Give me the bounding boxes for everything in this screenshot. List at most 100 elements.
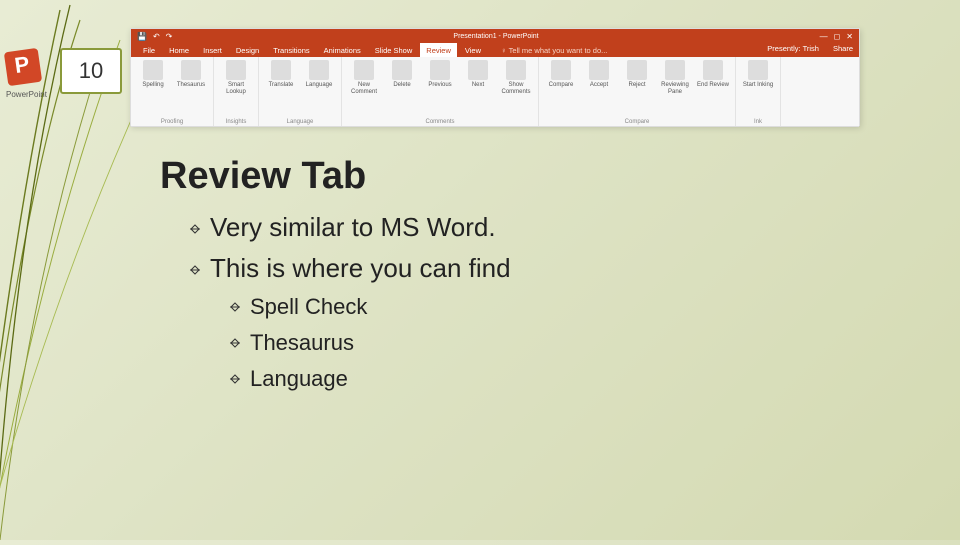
tab-review[interactable]: Review bbox=[420, 43, 457, 57]
language-button[interactable]: Language bbox=[303, 60, 335, 89]
language-label: Language bbox=[306, 82, 333, 89]
accept-label: Accept bbox=[590, 82, 608, 89]
ribbon-group-comments: New Comment Delete Previous Next Show Commen… bbox=[342, 57, 539, 126]
end-review-button[interactable]: End Review bbox=[697, 60, 729, 89]
group-label-compare: Compare bbox=[545, 119, 729, 125]
delete-label: Delete bbox=[393, 82, 410, 89]
group-label-language: Language bbox=[265, 119, 335, 125]
smart-lookup-label: Smart Lookup bbox=[220, 82, 252, 95]
group-label-proofing: Proofing bbox=[137, 119, 207, 125]
new-comment-icon bbox=[354, 60, 374, 80]
bullet-marker-icon bbox=[188, 253, 202, 267]
title-bar: 💾 ↶ ↷ Presentation1 - PowerPoint — ◻ ✕ bbox=[131, 29, 859, 43]
end-review-label: End Review bbox=[697, 82, 729, 89]
delete-button[interactable]: Delete bbox=[386, 60, 418, 89]
powerpoint-icon bbox=[4, 48, 42, 86]
spelling-button[interactable]: Spelling bbox=[137, 60, 169, 89]
ribbon-group-insights: Smart Lookup Insights bbox=[214, 57, 259, 126]
tab-view[interactable]: View bbox=[459, 43, 487, 57]
spelling-label: Spelling bbox=[142, 82, 163, 89]
spelling-icon bbox=[143, 60, 163, 80]
translate-button[interactable]: Translate bbox=[265, 60, 297, 89]
powerpoint-label: PowerPoint bbox=[6, 90, 56, 99]
reviewing-pane-label: Reviewing Pane bbox=[659, 82, 691, 95]
next-button[interactable]: Next bbox=[462, 60, 494, 89]
ribbon-tabs: FileHomeInsertDesignTransitionsAnimation… bbox=[131, 43, 859, 57]
bullet-marker-icon bbox=[228, 366, 242, 380]
bullet-text: Language bbox=[250, 366, 348, 392]
bullet-marker-icon bbox=[228, 330, 242, 344]
ribbon-group-compare: Compare Accept Reject Reviewing Pane End Rev… bbox=[539, 57, 736, 126]
next-label: Next bbox=[472, 82, 484, 89]
slide-number-box: 10 bbox=[60, 48, 122, 94]
delete-icon bbox=[392, 60, 412, 80]
bullet-l2: Language bbox=[228, 366, 880, 392]
bullet-l1: This is where you can find bbox=[188, 253, 880, 284]
new-comment-label: New Comment bbox=[348, 82, 380, 95]
tell-me-search[interactable]: ♀ Tell me what you want to do... bbox=[495, 43, 613, 57]
start-inking-button[interactable]: Start Inking bbox=[742, 60, 774, 89]
window-title: Presentation1 - PowerPoint bbox=[453, 33, 538, 40]
translate-icon bbox=[271, 60, 291, 80]
accept-icon bbox=[589, 60, 609, 80]
accept-button[interactable]: Accept bbox=[583, 60, 615, 89]
reviewing-pane-icon bbox=[665, 60, 685, 80]
tab-slide-show[interactable]: Slide Show bbox=[369, 43, 419, 57]
bullet-text: Very similar to MS Word. bbox=[210, 212, 496, 243]
bullet-text: This is where you can find bbox=[210, 253, 511, 284]
translate-label: Translate bbox=[269, 82, 294, 89]
group-label-insights: Insights bbox=[220, 119, 252, 125]
start-inking-label: Start Inking bbox=[743, 82, 773, 89]
bullet-marker-icon bbox=[188, 212, 202, 226]
bullet-l2: Spell Check bbox=[228, 294, 880, 320]
compare-icon bbox=[551, 60, 571, 80]
tab-transitions[interactable]: Transitions bbox=[267, 43, 315, 57]
new-comment-button[interactable]: New Comment bbox=[348, 60, 380, 95]
window-minimize-icon[interactable]: — bbox=[820, 32, 828, 41]
reviewing-pane-button[interactable]: Reviewing Pane bbox=[659, 60, 691, 95]
ribbon-group-language: Translate Language Language bbox=[259, 57, 342, 126]
ribbon-screenshot: 💾 ↶ ↷ Presentation1 - PowerPoint — ◻ ✕ F… bbox=[130, 28, 860, 126]
group-label-comments: Comments bbox=[348, 119, 532, 125]
previous-icon bbox=[430, 60, 450, 80]
qat-save-icon[interactable]: 💾 bbox=[137, 32, 147, 41]
language-icon bbox=[309, 60, 329, 80]
tab-animations[interactable]: Animations bbox=[318, 43, 367, 57]
show-comments-label: Show Comments bbox=[500, 82, 532, 95]
slide-number: 10 bbox=[79, 58, 103, 84]
smart-lookup-icon bbox=[226, 60, 246, 80]
qat-undo-icon[interactable]: ↶ bbox=[153, 32, 160, 41]
tab-insert[interactable]: Insert bbox=[197, 43, 228, 57]
compare-button[interactable]: Compare bbox=[545, 60, 577, 89]
thesaurus-button[interactable]: Thesaurus bbox=[175, 60, 207, 89]
thesaurus-label: Thesaurus bbox=[177, 82, 205, 89]
previous-label: Previous bbox=[428, 82, 451, 89]
reject-button[interactable]: Reject bbox=[621, 60, 653, 89]
ribbon-group-ink: Start Inking Ink bbox=[736, 57, 781, 126]
slide-heading: Review Tab bbox=[160, 155, 880, 198]
bullet-marker-icon bbox=[228, 294, 242, 308]
window-close-icon[interactable]: ✕ bbox=[846, 32, 853, 41]
signin-label[interactable]: Presently: Trish bbox=[761, 43, 825, 57]
smart-lookup-button[interactable]: Smart Lookup bbox=[220, 60, 252, 95]
group-label-ink: Ink bbox=[742, 119, 774, 125]
tab-file[interactable]: File bbox=[137, 43, 161, 57]
previous-button[interactable]: Previous bbox=[424, 60, 456, 89]
bullet-text: Spell Check bbox=[250, 294, 367, 320]
powerpoint-logo: PowerPoint bbox=[6, 50, 56, 99]
share-button[interactable]: Share bbox=[827, 43, 859, 57]
qat-redo-icon[interactable]: ↷ bbox=[166, 32, 173, 41]
bullet-l2: Thesaurus bbox=[228, 330, 880, 356]
tab-home[interactable]: Home bbox=[163, 43, 195, 57]
ribbon-group-proofing: Spelling Thesaurus Proofing bbox=[131, 57, 214, 126]
next-icon bbox=[468, 60, 488, 80]
tab-design[interactable]: Design bbox=[230, 43, 265, 57]
bullet-text: Thesaurus bbox=[250, 330, 354, 356]
bullet-l1: Very similar to MS Word. bbox=[188, 212, 880, 243]
ribbon-body: Spelling Thesaurus Proofing Smart Lookup Ins… bbox=[131, 57, 859, 127]
end-review-icon bbox=[703, 60, 723, 80]
compare-label: Compare bbox=[549, 82, 574, 89]
show-comments-button[interactable]: Show Comments bbox=[500, 60, 532, 95]
window-restore-icon[interactable]: ◻ bbox=[834, 32, 841, 41]
reject-icon bbox=[627, 60, 647, 80]
